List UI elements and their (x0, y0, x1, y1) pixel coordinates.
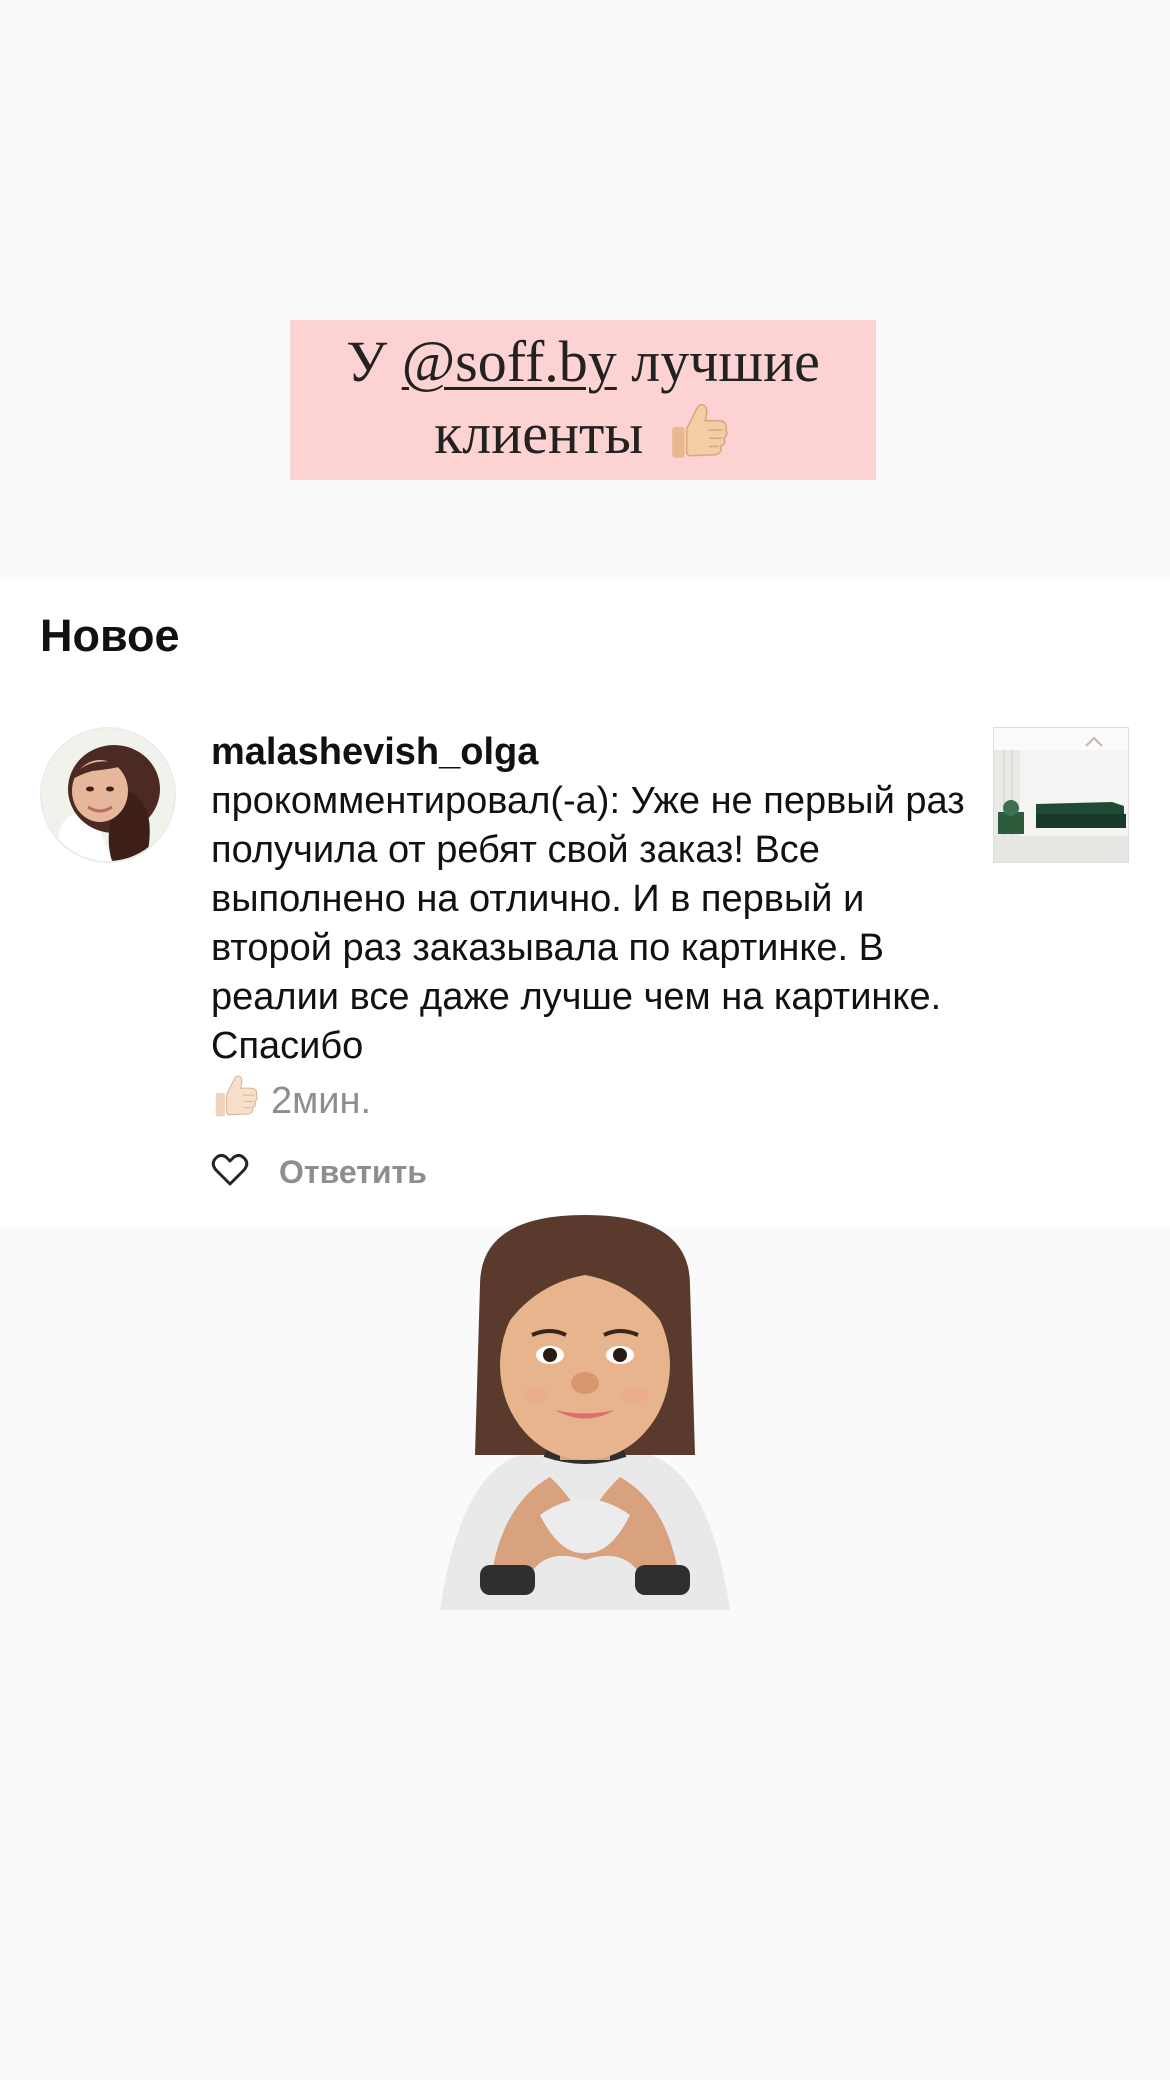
caption-mention-link[interactable]: @soff.by (402, 329, 617, 394)
comment-actions: Ответить (211, 1152, 427, 1192)
post-thumbnail[interactable] (993, 727, 1129, 863)
notification-card: Новое malashevish_olga прокомментировал(… (0, 580, 1170, 1225)
caption-prefix: У (346, 329, 402, 394)
caption-line-1: У @soff.by лучшие (290, 326, 876, 398)
thumbs-up-icon (666, 398, 732, 481)
caption-line-2: клиенты (290, 398, 876, 481)
reply-button[interactable]: Ответить (279, 1154, 427, 1191)
comment-username[interactable]: malashevish_olga (211, 728, 971, 777)
comment-timestamp: 2мин. (271, 1080, 372, 1122)
story-caption: У @soff.by лучшие клиенты (290, 320, 876, 480)
comment-text: прокомментировал(-а): Уже не первый раз … (211, 780, 965, 1067)
memoji-heart-hands-sticker (440, 1215, 730, 1615)
section-title: Новое (40, 610, 180, 661)
notification-comment[interactable]: malashevish_olga прокомментировал(-а): У… (211, 728, 971, 1134)
caption-line2-text: клиенты (434, 401, 644, 466)
thumbs-up-icon (211, 1071, 261, 1134)
avatar[interactable] (40, 727, 176, 863)
caption-suffix: лучшие (616, 329, 820, 394)
heart-icon[interactable] (211, 1153, 249, 1192)
